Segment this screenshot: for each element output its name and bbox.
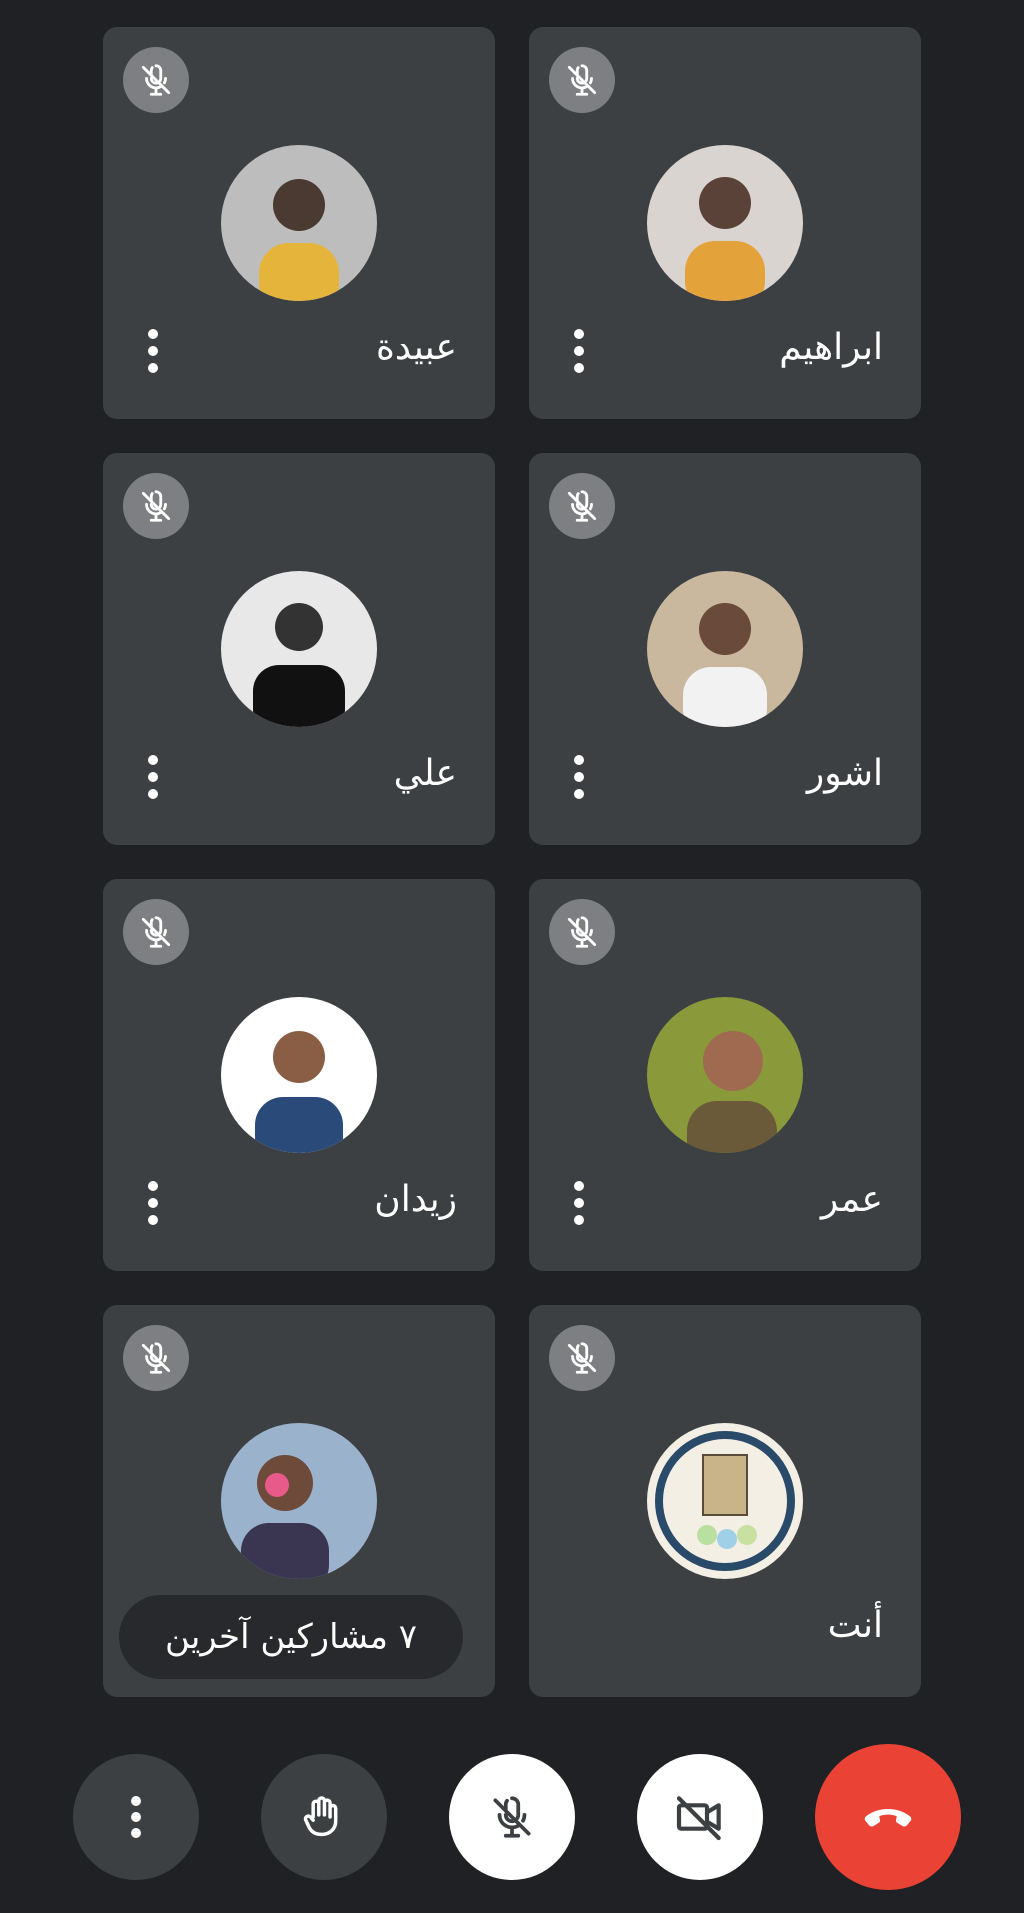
mic-off-icon [123, 1325, 189, 1391]
mic-off-icon [549, 47, 615, 113]
raise-hand-icon [303, 1796, 338, 1837]
mic-toggle-button[interactable] [449, 1754, 575, 1880]
more-options-icon[interactable] [143, 1181, 163, 1225]
mic-off-icon [549, 1325, 615, 1391]
more-options-icon[interactable] [143, 329, 163, 373]
participant-name: زيدان [374, 1179, 457, 1220]
participant-tile-self[interactable]: أنت [529, 1305, 921, 1697]
university-logo-avatar [647, 1423, 803, 1579]
end-call-button[interactable] [815, 1744, 961, 1890]
mic-off-icon [549, 899, 615, 965]
participant-name: عمر [820, 1179, 883, 1220]
participant-avatar [647, 997, 803, 1153]
mic-off-icon [123, 47, 189, 113]
more-options-icon[interactable] [143, 755, 163, 799]
end-call-icon [864, 1809, 912, 1827]
participant-avatar [647, 145, 803, 301]
participant-avatar [221, 997, 377, 1153]
participant-name: علي [393, 753, 457, 794]
camera-toggle-button[interactable] [637, 1754, 763, 1880]
camera-off-icon [676, 1796, 721, 1841]
participant-avatar [221, 145, 377, 301]
participant-avatar [221, 1423, 377, 1579]
participant-tile[interactable]: اشور [529, 453, 921, 845]
mic-off-icon [487, 1792, 537, 1842]
participant-name: أنت [827, 1605, 883, 1646]
participant-tile[interactable]: زيدان [103, 879, 495, 1271]
raise-hand-button[interactable] [261, 1754, 387, 1880]
more-options-icon[interactable] [569, 1181, 589, 1225]
mic-off-icon [123, 899, 189, 965]
participant-tile[interactable]: عمر [529, 879, 921, 1271]
call-controls-bar [0, 1744, 1024, 1890]
more-options-icon[interactable] [569, 329, 589, 373]
participant-avatar [221, 571, 377, 727]
participant-avatar [647, 571, 803, 727]
more-options-icon [131, 1796, 141, 1838]
mic-off-icon [123, 473, 189, 539]
participant-tile[interactable]: عبيدة [103, 27, 495, 419]
participant-tile[interactable]: علي [103, 453, 495, 845]
other-participants-chip[interactable]: ٧ مشاركين آخرين [119, 1595, 463, 1679]
participant-tile[interactable]: ابراهيم [529, 27, 921, 419]
participant-name: عبيدة [376, 327, 457, 368]
mic-off-icon [549, 473, 615, 539]
participant-tile[interactable]: ٧ مشاركين آخرين [103, 1305, 495, 1697]
more-options-button[interactable] [73, 1754, 199, 1880]
more-options-icon[interactable] [569, 755, 589, 799]
participant-grid: عبيدة ابراهيم علي اشور زيدان عمر ٧ مشارك… [103, 27, 921, 1697]
participant-name: ابراهيم [779, 327, 883, 368]
participant-name: اشور [806, 753, 883, 794]
